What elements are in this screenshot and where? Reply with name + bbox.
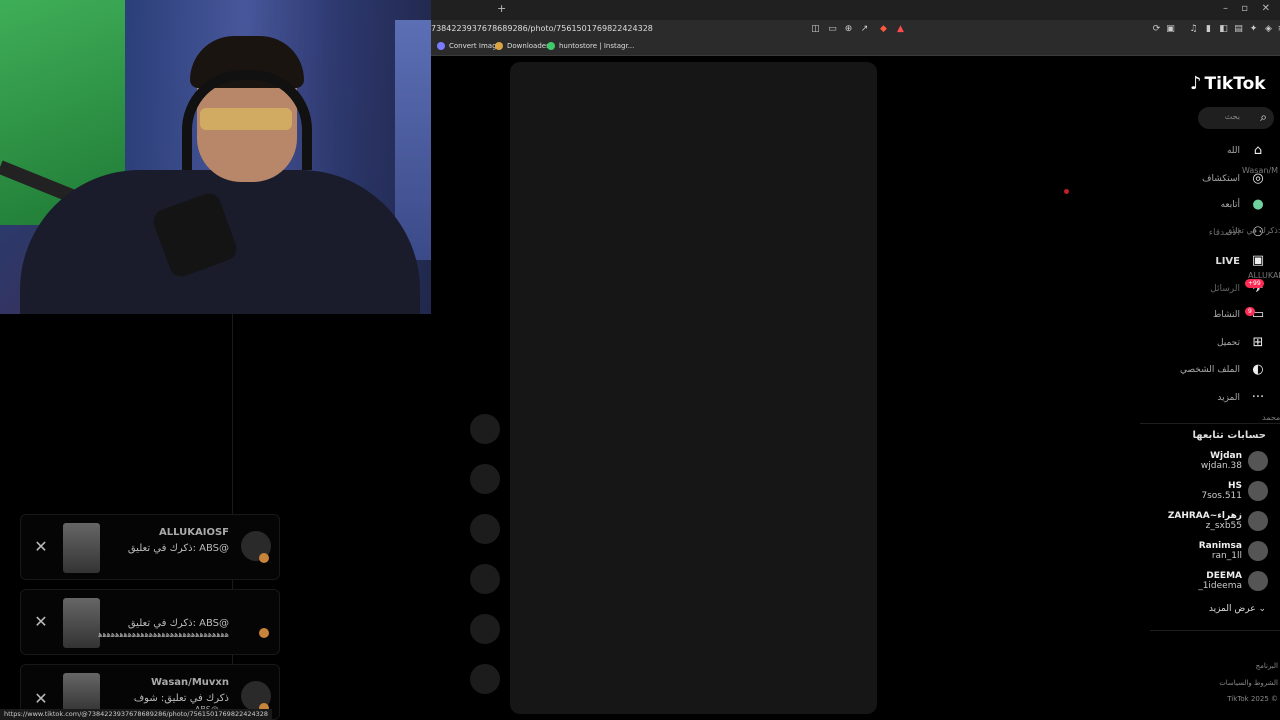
ghost-text: ALLUKAIOSF	[1248, 271, 1280, 280]
menu-icon[interactable]: ≡	[1276, 24, 1280, 35]
chevron-down-icon: ⌄	[1258, 604, 1266, 614]
minimize-button[interactable]: –	[1223, 3, 1228, 14]
following-title: حسابات تتابعها	[1192, 430, 1266, 441]
account-item[interactable]: DEEMA _1ideema	[1198, 571, 1242, 591]
status-url: https://www.tiktok.com/@7384223937678689…	[0, 709, 273, 720]
upload-icon: ⊞	[1252, 335, 1264, 350]
music-icon[interactable]: ♫	[1188, 24, 1199, 35]
ai-icon[interactable]: ✦	[1248, 24, 1259, 35]
extension-icon[interactable]: ⟳	[1151, 24, 1162, 35]
live-icon: ▣	[1251, 253, 1265, 268]
bookmark-convert-image[interactable]: Convert Image	[437, 42, 501, 50]
notification-text: ذكرك في تعليق: شوف	[133, 693, 229, 704]
profile-icon: ◐	[1252, 362, 1264, 377]
webcam-overlay	[0, 0, 431, 314]
following-icon: ●	[1252, 197, 1264, 212]
reader-icon[interactable]: ◫	[810, 24, 821, 35]
action-placeholder	[470, 614, 500, 644]
divider	[1140, 423, 1280, 424]
nav-activity[interactable]: النشاط ▭	[1213, 307, 1266, 323]
ghost-text: Wasan/M	[1242, 166, 1279, 175]
search-icon[interactable]: ⌕	[1260, 110, 1267, 125]
notification-user: Wasan/Muvxn	[150, 677, 229, 688]
photo-placeholder[interactable]	[510, 62, 877, 714]
rewards-icon[interactable]: ▲	[895, 24, 906, 35]
bookmark-instagram[interactable]: huntostore | Instagr...	[547, 42, 634, 50]
avatar[interactable]	[1248, 571, 1268, 591]
close-icon[interactable]: ✕	[31, 537, 51, 557]
close-icon[interactable]: ✕	[31, 612, 51, 632]
nav-upload[interactable]: تحميل ⊞	[1217, 335, 1266, 351]
split-icon[interactable]: ◧	[1218, 24, 1229, 35]
nav-following[interactable]: أتابعه ●	[1221, 197, 1266, 213]
avatar[interactable]	[1248, 481, 1268, 501]
maximize-button[interactable]: ▫	[1241, 3, 1248, 14]
account-item[interactable]: Ranimsa ran_1ll	[1199, 541, 1242, 561]
nav-more[interactable]: المزيد ···	[1217, 390, 1266, 406]
notification-card[interactable]: ✕ ذكرك في تعليق: ABS@ ﻫﻫﻫﻫﻫﻫﻫﻫﻫﻫﻫﻫﻫﻫﻫﻫﻫﻫ…	[20, 589, 280, 655]
nav-for-you[interactable]: الله ⌂	[1227, 143, 1266, 159]
share-icon[interactable]: ↗	[859, 24, 870, 35]
footer-copyright: TikTok 2025 ©	[1227, 695, 1278, 703]
vpn-icon[interactable]: ◈	[1263, 24, 1274, 35]
tiktok-note-icon: ♪	[1190, 73, 1202, 94]
home-icon: ⌂	[1253, 143, 1263, 158]
nav-live[interactable]: LIVE ▣	[1215, 253, 1266, 269]
notification-user: ALLUKAIOSF	[159, 527, 229, 538]
see-more-button[interactable]: عرض المزيد ⌄	[1209, 604, 1266, 614]
bookmark-downloader[interactable]: Downloader	[495, 42, 549, 50]
new-tab-button[interactable]: +	[497, 2, 506, 15]
ghost-text: ذكرك في تعليق: ABS@	[1226, 226, 1280, 235]
action-placeholder	[470, 514, 500, 544]
cursor-dot	[1064, 189, 1069, 194]
url-text[interactable]: 7384223937678689286/photo/75615017698224…	[431, 24, 653, 33]
notification-card[interactable]: ✕ ALLUKAIOSF ذكرك في تعليق: ABS@	[20, 514, 280, 580]
post-thumbnail	[63, 598, 100, 648]
notification-text: ذكرك في تعليق: ABS@	[127, 543, 229, 554]
post-thumbnail	[63, 523, 100, 573]
avatar[interactable]	[1248, 541, 1268, 561]
zoom-icon[interactable]: ⊕	[843, 24, 854, 35]
avatar[interactable]	[1248, 511, 1268, 531]
tiktok-logo[interactable]: ♪ TikTok	[1190, 73, 1266, 94]
sidebar-icon[interactable]: ▮	[1203, 24, 1214, 35]
divider	[1150, 630, 1280, 631]
action-placeholder	[470, 414, 500, 444]
ghost-text: محمد	[1262, 413, 1280, 422]
address-bar[interactable]: 7384223937678689286/photo/75615017698224…	[431, 20, 1280, 40]
avatar[interactable]	[1248, 451, 1268, 471]
wallet-icon[interactable]: ▤	[1233, 24, 1244, 35]
account-item[interactable]: HS 7sos.511	[1201, 481, 1242, 501]
close-window-button[interactable]: ✕	[1262, 3, 1270, 14]
more-icon: ···	[1251, 390, 1265, 405]
notification-text: ذكرك في تعليق: ABS@	[127, 618, 229, 629]
notification-text-2: ﻫﻫﻫﻫﻫﻫﻫﻫﻫﻫﻫﻫﻫﻫﻫﻫﻫﻫﻫﻫﻫﻫﻫﻫﻫﻫﻫﻫﻫﻫﻫ	[98, 630, 229, 639]
tab-bar: + – ▫ ✕	[431, 0, 1280, 20]
nav-profile[interactable]: الملف الشخصي ◐	[1180, 362, 1266, 378]
footer-link[interactable]: البرنامج	[1256, 662, 1278, 670]
action-placeholder	[470, 664, 500, 694]
extension-icon-2[interactable]: ▣	[1165, 24, 1176, 35]
action-placeholder	[470, 464, 500, 494]
account-item[interactable]: Wjdan wjdan.38	[1201, 451, 1242, 471]
activity-badge: 9	[1245, 307, 1255, 316]
footer-link[interactable]: الشروط والسياسات	[1219, 679, 1278, 687]
post-thumbnail	[63, 673, 100, 713]
search-input[interactable]: بحث ⌕	[1198, 107, 1274, 129]
messages-badge: +99	[1245, 279, 1264, 288]
close-icon[interactable]: ✕	[31, 689, 51, 709]
account-item[interactable]: ZAHRAA~زهراء z_sxb55	[1168, 511, 1242, 531]
brave-shield-icon[interactable]: ◆	[878, 24, 889, 35]
cast-icon[interactable]: ▭	[827, 24, 838, 35]
bookmarks-bar: Convert Image Downloader huntostore | In…	[431, 40, 1280, 56]
action-placeholder	[470, 564, 500, 594]
